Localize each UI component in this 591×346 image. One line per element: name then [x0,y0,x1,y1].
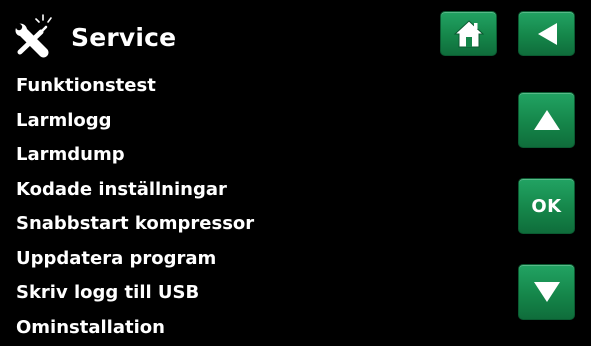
back-arrow-icon [535,21,559,47]
ok-button[interactable]: OK [518,178,575,234]
scroll-down-button[interactable] [518,264,575,320]
tools-icon [10,14,62,60]
header: Service [0,0,591,70]
menu-item-snabbstart-kompressor[interactable]: Snabbstart kompressor [16,208,496,243]
menu-item-kodade-installningar[interactable]: Kodade inställningar [16,174,496,209]
back-button[interactable] [518,11,575,56]
home-icon [453,19,485,49]
menu-item-ominstallation[interactable]: Ominstallation [16,312,496,346]
ok-label: OK [531,196,561,217]
menu-item-funktionstest[interactable]: Funktionstest [16,70,496,105]
home-button[interactable] [440,11,497,56]
menu-item-skriv-logg-till-usb[interactable]: Skriv logg till USB [16,277,496,312]
page-title: Service [71,22,176,54]
arrow-up-icon [532,108,562,132]
menu-item-larmlogg[interactable]: Larmlogg [16,105,496,140]
menu-item-uppdatera-program[interactable]: Uppdatera program [16,243,496,278]
scroll-up-button[interactable] [518,92,575,148]
arrow-down-icon [532,280,562,304]
service-menu: Funktionstest Larmlogg Larmdump Kodade i… [16,70,496,346]
menu-item-larmdump[interactable]: Larmdump [16,139,496,174]
